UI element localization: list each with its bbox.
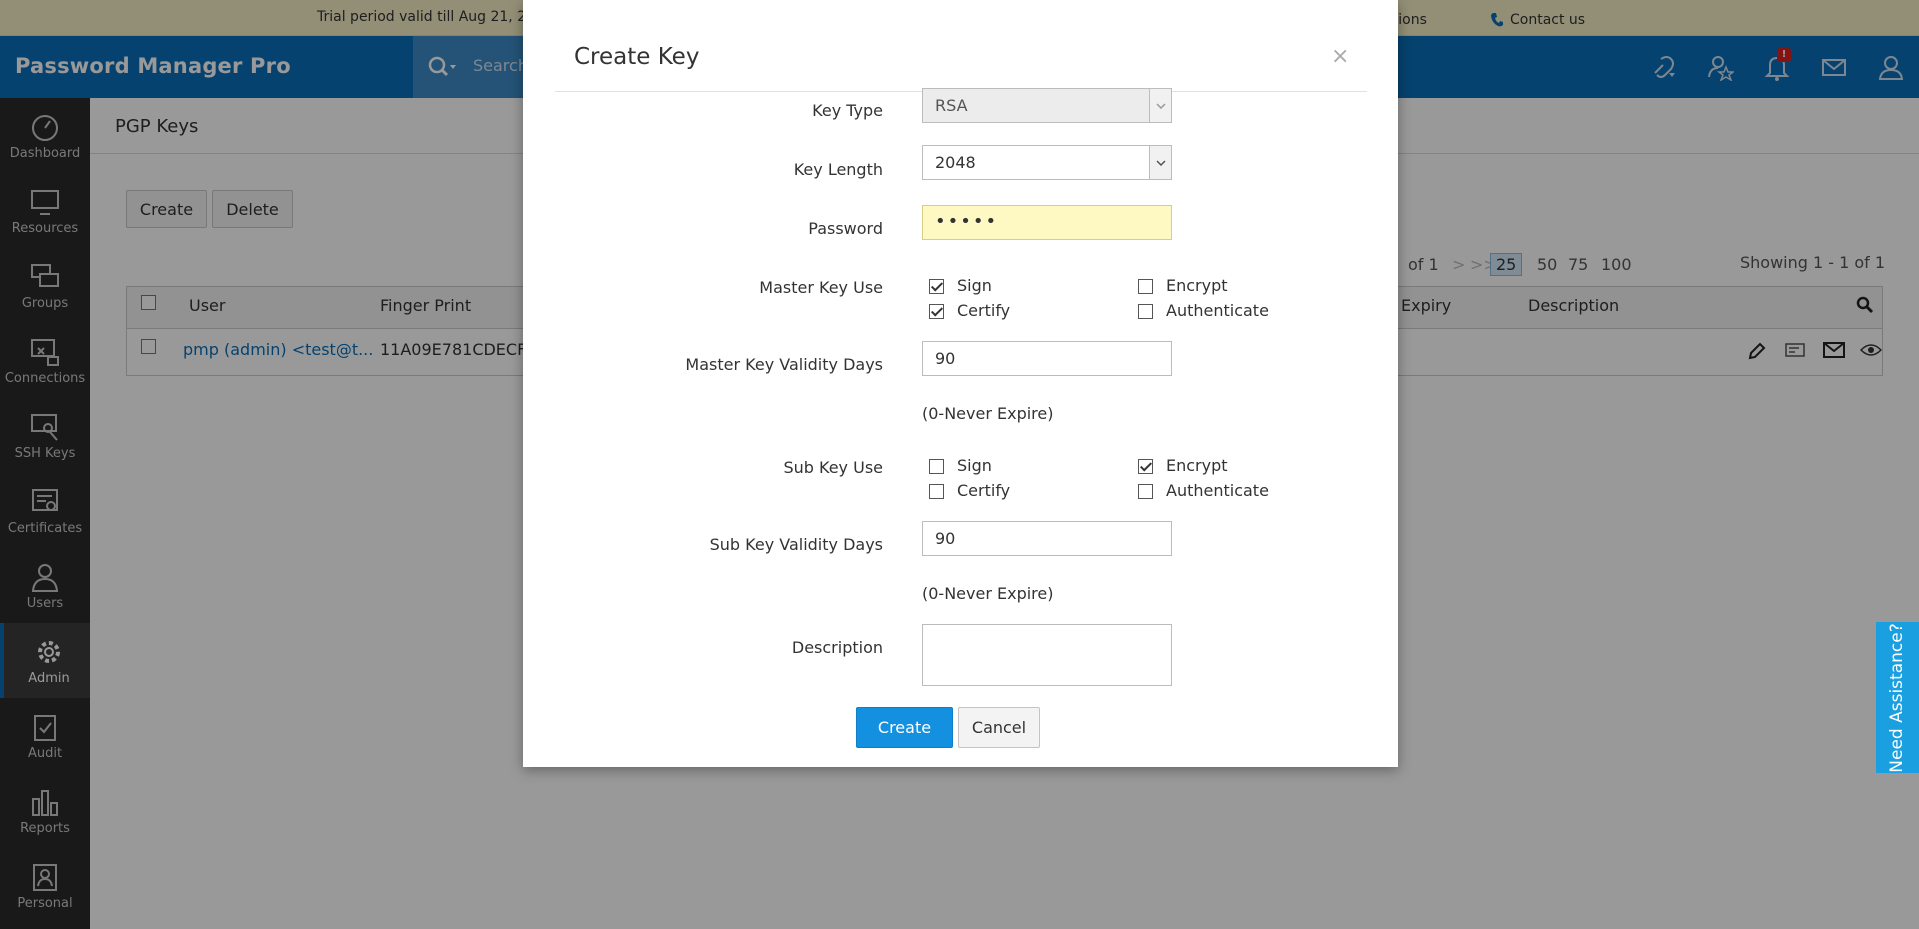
description-textarea[interactable]	[922, 624, 1172, 686]
dialog-title: Create Key	[574, 44, 700, 70]
master-certify-checkbox[interactable]	[929, 304, 944, 319]
master-sign-checkbox[interactable]	[929, 279, 944, 294]
cancel-button[interactable]: Cancel	[958, 707, 1040, 748]
create-button[interactable]: Create	[856, 707, 953, 748]
sub-certify-checkbox[interactable]	[929, 484, 944, 499]
sub-encrypt-checkbox[interactable]	[1138, 459, 1153, 474]
key-length-value: 2048	[935, 153, 976, 172]
sub-sign-checkbox[interactable]	[929, 459, 944, 474]
master-encrypt-label: Encrypt	[1166, 276, 1228, 295]
sub-validity-value: 90	[935, 529, 956, 548]
password-value: •••••	[935, 211, 999, 232]
sub-authenticate-label: Authenticate	[1166, 481, 1269, 500]
need-assistance-tab[interactable]: Need Assistance?	[1876, 622, 1919, 773]
master-validity-field[interactable]: 90	[922, 341, 1172, 376]
sub-validity-field[interactable]: 90	[922, 521, 1172, 556]
sub-sign-label: Sign	[957, 456, 992, 475]
need-assistance-label: Need Assistance?	[1887, 623, 1907, 773]
key-type-select[interactable]: RSA	[922, 88, 1172, 123]
sub-key-use-label: Sub Key Use	[783, 458, 883, 477]
master-encrypt-checkbox[interactable]	[1138, 279, 1153, 294]
password-field[interactable]: •••••	[922, 205, 1172, 240]
master-authenticate-checkbox[interactable]	[1138, 304, 1153, 319]
sub-validity-hint: (0-Never Expire)	[922, 584, 1054, 603]
master-validity-value: 90	[935, 349, 956, 368]
sub-certify-label: Certify	[957, 481, 1011, 500]
create-key-dialog: Create Key × Key Type Key Length Passwor…	[523, 0, 1398, 767]
key-length-select[interactable]: 2048	[922, 145, 1172, 180]
close-icon[interactable]: ×	[1331, 44, 1349, 69]
sub-validity-label: Sub Key Validity Days	[709, 535, 883, 554]
master-key-use-label: Master Key Use	[759, 278, 883, 297]
description-label: Description	[791, 638, 883, 657]
sub-encrypt-label: Encrypt	[1166, 456, 1228, 475]
master-certify-label: Certify	[957, 301, 1011, 320]
key-length-label: Key Length	[793, 160, 883, 179]
key-type-value: RSA	[935, 96, 968, 115]
chevron-down-icon	[1149, 89, 1171, 122]
master-sign-label: Sign	[957, 276, 992, 295]
chevron-down-icon[interactable]	[1149, 146, 1171, 179]
password-label: Password	[808, 219, 883, 238]
master-validity-label: Master Key Validity Days	[685, 355, 883, 374]
key-type-label: Key Type	[812, 101, 883, 120]
sub-authenticate-checkbox[interactable]	[1138, 484, 1153, 499]
master-validity-hint: (0-Never Expire)	[922, 404, 1054, 423]
master-authenticate-label: Authenticate	[1166, 301, 1269, 320]
